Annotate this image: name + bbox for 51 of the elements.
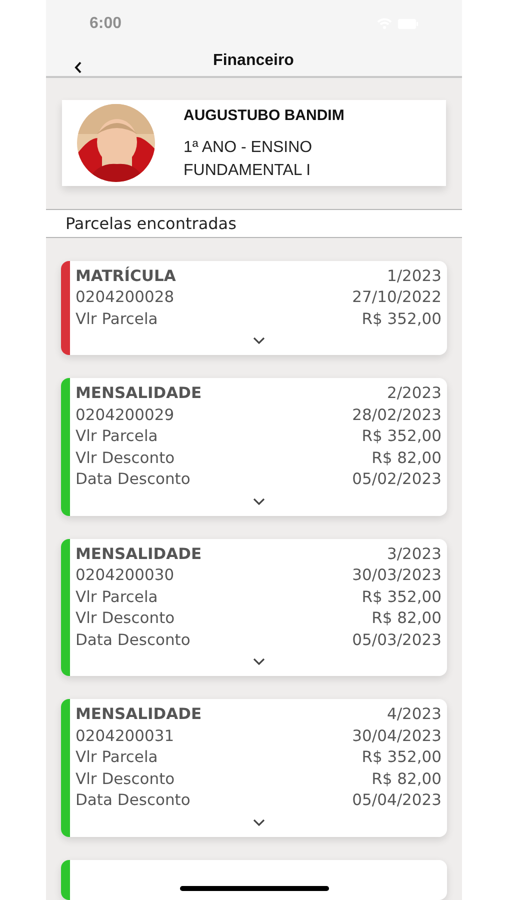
- expand-chevron-icon[interactable]: [252, 658, 264, 666]
- field-value: 05/04/2023: [352, 790, 442, 812]
- field-value: R$ 82,00: [372, 768, 442, 790]
- expand-chevron-icon[interactable]: [252, 337, 264, 344]
- installment-card[interactable]: MENSALIDADE 4/2023 0204200031 30/04/2023 Vlr Parcela R$ 352,00 Vlr Desconto R$ 82,00 Data Desconto 05/04/2023: [60, 699, 446, 837]
- installment-card[interactable]: [60, 860, 446, 900]
- installment-period: 4/2023: [386, 704, 442, 726]
- back-chevron-icon: [74, 60, 82, 74]
- screen-title: Financeiro: [213, 51, 294, 72]
- installment-card[interactable]: MENSALIDADE 2/2023 0204200029 28/02/2023 Vlr Parcela R$ 352,00 Vlr Desconto R$ 82,00 Data Desconto 05/02/2023: [60, 378, 446, 516]
- field-label: Vlr Desconto: [76, 608, 175, 630]
- field-value: R$ 352,00: [362, 426, 442, 448]
- field-label: Vlr Parcela: [76, 586, 158, 608]
- student-class: 1ª ANO - ENSINO FUNDAMENTAL I: [184, 138, 314, 181]
- due-date: 27/10/2022: [352, 287, 442, 308]
- field-label: Data Desconto: [76, 790, 190, 812]
- installment-code: 0204200028: [76, 287, 174, 308]
- status-time: 6:00: [90, 14, 122, 34]
- section-title: Parcelas encontradas: [66, 212, 236, 235]
- due-date: 28/02/2023: [352, 404, 442, 426]
- installment-code: 0204200030: [76, 565, 174, 586]
- installment-card[interactable]: MATRÍCULA 1/2023 0204200028 27/10/2022 Vlr Parcela R$ 352,00: [60, 260, 446, 356]
- installment-code: 0204200029: [76, 404, 174, 426]
- expand-chevron-icon[interactable]: [252, 818, 264, 826]
- due-date: 30/03/2023: [352, 565, 442, 586]
- installment-code: 0204200031: [76, 726, 174, 747]
- field-value: R$ 352,00: [362, 747, 442, 768]
- field-label: Data Desconto: [76, 469, 190, 490]
- installment-type: MENSALIDADE: [76, 544, 202, 565]
- field-label: Vlr Parcela: [76, 308, 158, 330]
- installment-period: 2/2023: [386, 383, 442, 404]
- installment-type: MENSALIDADE: [76, 383, 202, 404]
- field-label: Vlr Desconto: [76, 768, 175, 790]
- installment-period: 1/2023: [386, 266, 442, 287]
- field-value: R$ 352,00: [362, 308, 442, 330]
- installment-period: 3/2023: [386, 544, 442, 565]
- field-label: Vlr Desconto: [76, 448, 175, 469]
- installment-type: MATRÍCULA: [76, 266, 176, 287]
- installment-type: MENSALIDADE: [76, 704, 202, 726]
- field-value: R$ 82,00: [372, 608, 442, 630]
- field-value: 05/03/2023: [352, 630, 442, 651]
- field-value: R$ 82,00: [372, 448, 442, 469]
- field-value: 05/02/2023: [352, 469, 442, 490]
- expand-chevron-icon[interactable]: [252, 498, 264, 505]
- field-label: Vlr Parcela: [76, 426, 158, 448]
- student-name: AUGUSTUBO BANDIM: [184, 106, 344, 126]
- field-label: Vlr Parcela: [76, 747, 158, 768]
- due-date: 30/04/2023: [352, 726, 442, 747]
- field-label: Data Desconto: [76, 630, 190, 651]
- installment-card[interactable]: MENSALIDADE 3/2023 0204200030 30/03/2023 Vlr Parcela R$ 352,00 Vlr Desconto R$ 82,00 Data Desconto 05/03/2023: [60, 538, 446, 676]
- field-value: R$ 352,00: [362, 586, 442, 608]
